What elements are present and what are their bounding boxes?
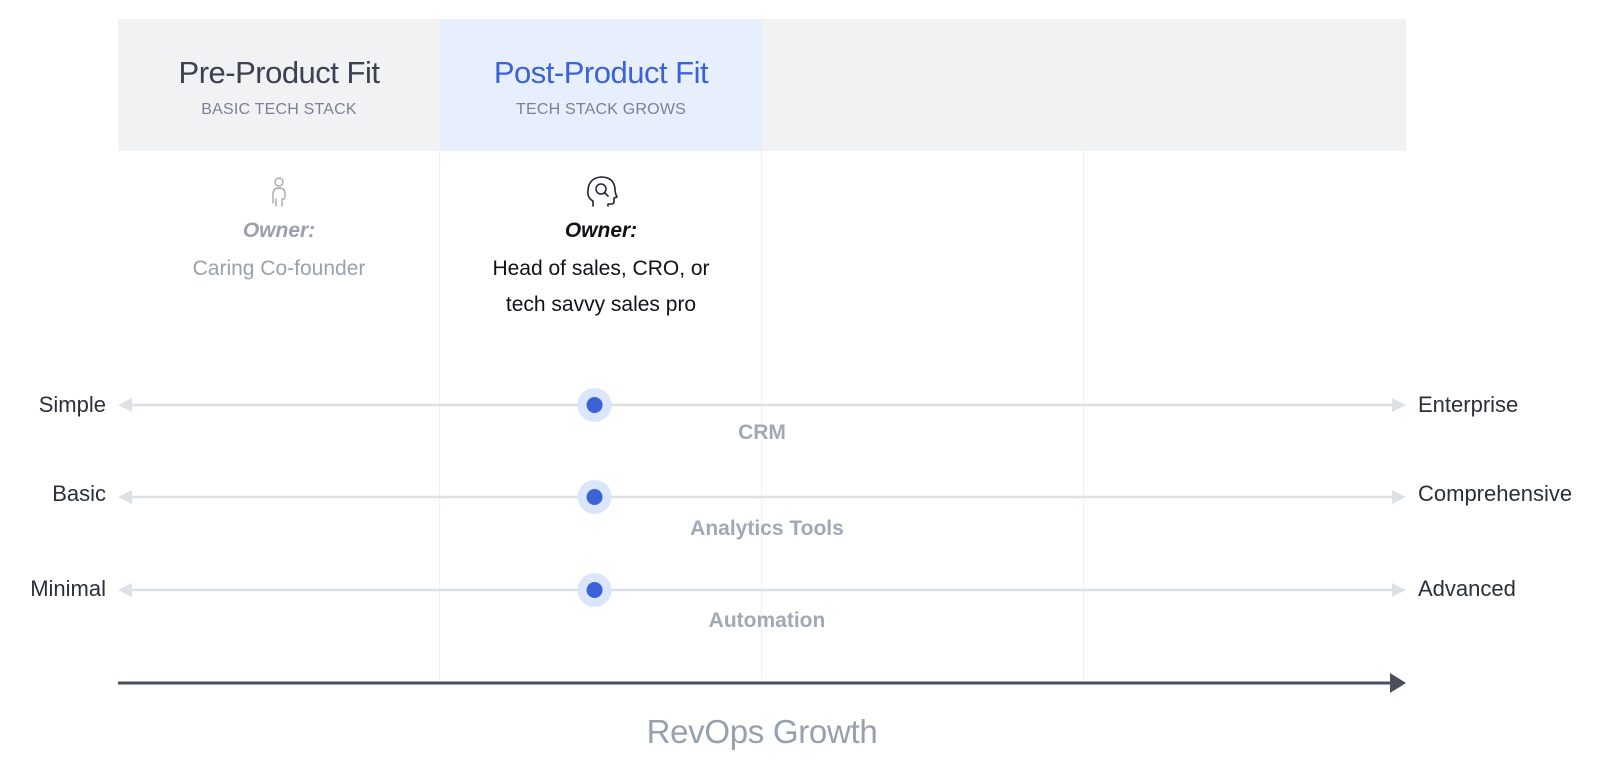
scale-right-arrow (1392, 490, 1406, 504)
scale-track (118, 388, 1406, 422)
scale-left-label: Basic (52, 481, 106, 506)
scale-left-label: Minimal (30, 576, 106, 601)
scale-category: Analytics Tools (690, 517, 844, 540)
scale-left-arrow (118, 398, 132, 412)
scale-marker (586, 397, 603, 413)
growth-axis-label: RevOps Growth (646, 713, 878, 750)
scale-category: CRM (738, 421, 786, 444)
growth-axis (118, 673, 1406, 693)
scale-right-label: Comprehensive (1418, 481, 1573, 506)
scale-track (118, 573, 1406, 607)
scale-right-label: Enterprise (1418, 392, 1519, 417)
scale-category: Automation (708, 609, 826, 632)
scales-overlay (118, 388, 1406, 693)
scale-right-arrow (1392, 398, 1406, 412)
scale-left-arrow (118, 583, 132, 597)
scale-left-arrow (118, 490, 132, 504)
scale-left-label: Simple (38, 392, 106, 417)
scale-right-label: Advanced (1418, 576, 1516, 601)
scale-marker (586, 489, 603, 505)
scale-track (118, 480, 1406, 514)
scale-marker (586, 582, 603, 598)
scale-right-arrow (1392, 583, 1406, 597)
